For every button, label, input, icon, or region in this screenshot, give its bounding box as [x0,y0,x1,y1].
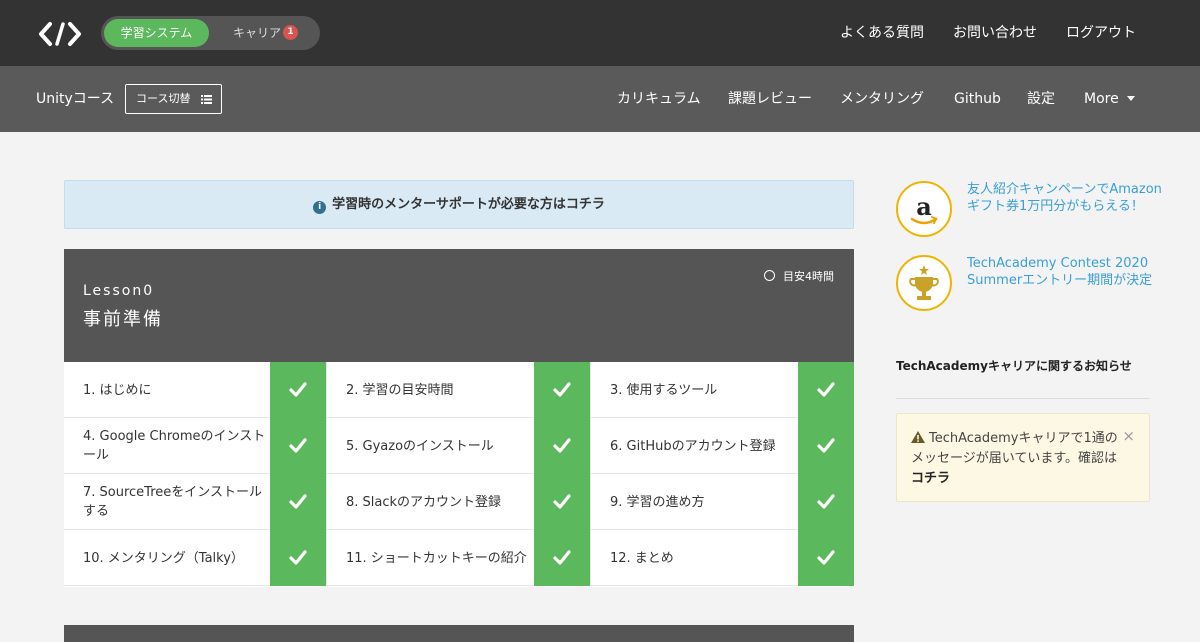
lesson-item-label: 4. Google Chromeのインストール [83,429,266,463]
lesson-item[interactable]: 5. Gyazoのインストール [327,418,591,474]
nav-mentoring[interactable]: メンタリング [840,90,924,108]
divider [896,398,1150,399]
logout-link[interactable]: ログアウト [1066,24,1136,42]
system-switcher: 学習システム キャリア 1 [101,16,320,50]
contact-link[interactable]: お問い合わせ [953,24,1037,42]
nav-more-dropdown[interactable]: More [1084,90,1135,108]
career-notification-badge: 1 [283,25,298,40]
top-bar: 学習システム キャリア 1 よくある質問 お問い合わせ ログアウト [0,0,1200,66]
completed-check-icon [534,418,590,474]
completed-check-icon [534,362,590,418]
completed-check-icon [798,418,854,474]
completed-check-icon [798,362,854,418]
nav-settings[interactable]: 設定 [1027,90,1055,108]
clock-icon [764,270,775,281]
completed-check-icon [798,474,854,530]
course-switch-label: コース切替 [136,92,191,105]
contest-entry-link[interactable]: TechAcademy Contest 2020 Summerエントリー期間が決… [967,255,1162,289]
lesson-item[interactable]: 6. GitHubのアカウント登録 [591,418,854,474]
tab-career[interactable]: キャリア [233,25,281,41]
warning-icon [911,431,925,443]
course-name: Unityコース [36,91,115,107]
caret-down-icon [1126,96,1135,101]
lesson-item[interactable]: 10. メンタリング（Talky） [64,530,327,586]
lesson-item-label: 3. 使用するツール [610,382,718,398]
referral-campaign-link[interactable]: 友人紹介キャンペーンでAmazonギフト券1万円分がもらえる！ [967,181,1162,215]
lesson-item[interactable]: 1. はじめに [64,362,327,418]
career-news-title: TechAcademyキャリアに関するお知らせ [896,359,1132,373]
nav-assignment-review[interactable]: 課題レビュー [728,90,812,108]
career-message-alert: TechAcademyキャリアで1通のメッセージが届いています。確認はコチラ × [896,413,1150,502]
lesson-item[interactable]: 2. 学習の目安時間 [327,362,591,418]
lesson-item[interactable]: 12. まとめ [591,530,854,586]
list-icon [201,95,212,104]
alert-text: TechAcademyキャリアで1通のメッセージが届いています。確認は [911,431,1118,466]
lesson-header: Lesson0 事前準備 目安4時間 [64,249,854,362]
lesson-estimated-time: 目安4時間 [764,268,834,284]
lesson-item-label: 10. メンタリング（Talky） [83,550,244,566]
lesson-item[interactable]: 11. ショートカットキーの紹介 [327,530,591,586]
nav-more-label: More [1084,91,1119,107]
alert-link[interactable]: コチラ [911,471,950,486]
lesson-item-label: 6. GitHubのアカウント登録 [610,438,776,454]
course-nav-bar: Unityコース コース切替 カリキュラム 課題レビュー メンタリング Gith… [0,66,1200,132]
completed-check-icon [534,474,590,530]
lesson-item[interactable]: 3. 使用するツール [591,362,854,418]
lesson-item-label: 9. 学習の進め方 [610,494,705,510]
lesson-item-label: 5. Gyazoのインストール [346,438,494,454]
svg-text:a: a [916,192,932,221]
mentor-support-banner[interactable]: i 学習時のメンターサポートが必要な方はコチラ [64,180,854,229]
amazon-icon[interactable]: a [896,181,952,237]
nav-curriculum[interactable]: カリキュラム [617,90,701,108]
lesson-item-label: 11. ショートカットキーの紹介 [346,550,527,566]
course-switch-button[interactable]: コース切替 [125,84,222,114]
lesson-number: Lesson0 [83,283,155,299]
lesson-item-label: 12. まとめ [610,550,674,566]
completed-check-icon [270,474,326,530]
lesson-time-label: 目安4時間 [783,270,834,283]
lesson-title: 事前準備 [83,309,163,330]
code-logo-icon[interactable] [38,20,82,48]
completed-check-icon [270,530,326,586]
trophy-icon[interactable] [896,255,952,311]
mentor-support-text: 学習時のメンターサポートが必要な方はコチラ [332,197,605,212]
completed-check-icon [270,362,326,418]
completed-check-icon [534,530,590,586]
tab-learning-system[interactable]: 学習システム [104,19,209,47]
lesson-item-label: 2. 学習の目安時間 [346,382,454,398]
close-icon[interactable]: × [1122,428,1135,444]
lesson-item-label: 1. はじめに [83,382,152,398]
lesson-item[interactable]: 9. 学習の進め方 [591,474,854,530]
faq-link[interactable]: よくある質問 [840,24,924,42]
info-icon: i [313,201,327,214]
lesson-item[interactable]: 4. Google Chromeのインストール [64,418,327,474]
alert-message: TechAcademyキャリアで1通のメッセージが届いています。確認はコチラ [911,429,1125,489]
lesson-item[interactable]: 8. Slackのアカウント登録 [327,474,591,530]
completed-check-icon [798,530,854,586]
lesson-item-label: 8. Slackのアカウント登録 [346,494,502,510]
nav-github[interactable]: Github [954,90,1001,108]
lesson-item[interactable]: 7. SourceTreeをインストールする [64,474,327,530]
completed-check-icon [270,418,326,474]
next-lesson-header [64,625,854,642]
lesson-item-grid: 1. はじめに 2. 学習の目安時間 3. 使用するツール 4. Google Chr… [64,362,854,587]
lesson-item-label: 7. SourceTreeをインストールする [83,485,263,519]
